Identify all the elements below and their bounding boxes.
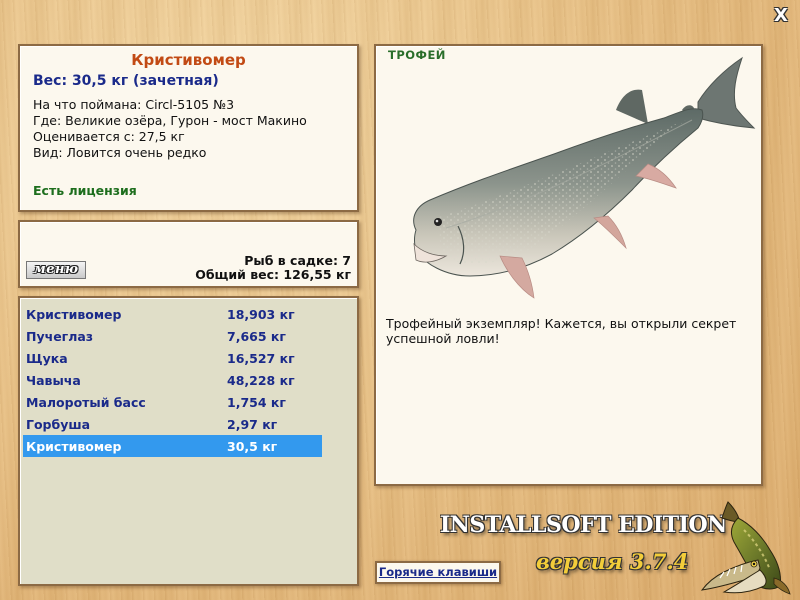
keepnet-panel: меню Рыб в садке: 7 Общий вес: 126,55 кг: [18, 220, 359, 288]
hotkeys-button[interactable]: Горячие клавиши: [375, 561, 501, 584]
catch-fish-weight: 16,527 кг: [227, 351, 295, 366]
catch-fish-name: Пучеглаз: [26, 329, 94, 344]
catch-fish-weight: 7,665 кг: [227, 329, 286, 344]
lake-trout-image: [413, 56, 756, 299]
license-status: Есть лицензия: [33, 183, 137, 198]
trophy-message: Трофейный экземпляр! Кажется, вы открыли…: [386, 316, 737, 346]
catch-fish-weight: 48,228 кг: [227, 373, 295, 388]
catch-fish-weight: 2,97 кг: [227, 417, 278, 432]
trophy-panel: ТРОФЕЙ Трофейный экземпляр! Кажется, вы …: [374, 44, 763, 486]
pike-logo-icon: [700, 501, 791, 595]
catch-list[interactable]: Кристивомер 18,903 кг Пучеглаз 7,665 кг …: [18, 296, 359, 586]
list-item[interactable]: Щука 16,527 кг: [23, 347, 322, 369]
list-item[interactable]: Кристивомер 18,903 кг: [23, 303, 322, 325]
catch-fish-name: Щука: [26, 351, 68, 366]
catch-fish-weight: 1,754 кг: [227, 395, 286, 410]
menu-button[interactable]: меню: [26, 261, 86, 279]
catch-fish-weight: 18,903 кг: [227, 307, 295, 322]
catch-fish-name: Малоротый басс: [26, 395, 146, 410]
list-item[interactable]: Чавыча 48,228 кг: [23, 369, 322, 391]
catch-fish-weight: 30,5 кг: [227, 439, 278, 454]
close-button[interactable]: X: [771, 6, 791, 26]
fish-info-panel: Кристивомер Вес: 30,5 кг (зачетная) На ч…: [18, 44, 359, 212]
version-label: версия 3.7.4: [536, 549, 689, 574]
rarity: Вид: Ловится очень редко: [33, 145, 207, 160]
fish-name-title: Кристивомер: [131, 51, 246, 69]
fish-count: Рыб в садке: 7: [244, 253, 351, 268]
valued-from: Оценивается с: 27,5 кг: [33, 129, 185, 144]
catch-fish-name: Кристивомер: [26, 439, 122, 454]
caught-with: На что поймана: Circl-5105 №3: [33, 97, 235, 112]
list-item[interactable]: Малоротый басс 1,754 кг: [23, 391, 322, 413]
brand-title: INSTALLSOFT EDITION: [440, 512, 727, 538]
list-item[interactable]: Пучеглаз 7,665 кг: [23, 325, 322, 347]
catch-fish-name: Горбуша: [26, 417, 91, 432]
catch-fish-name: Чавыча: [26, 373, 81, 388]
fish-weight: Вес: 30,5 кг (зачетная): [33, 73, 219, 89]
total-weight: Общий вес: 126,55 кг: [195, 267, 351, 282]
list-item-selected[interactable]: Кристивомер 30,5 кг: [23, 435, 322, 457]
list-item[interactable]: Горбуша 2,97 кг: [23, 413, 322, 435]
catch-location: Где: Великие озёра, Гурон - мост Макино: [33, 113, 307, 128]
catch-fish-name: Кристивомер: [26, 307, 122, 322]
